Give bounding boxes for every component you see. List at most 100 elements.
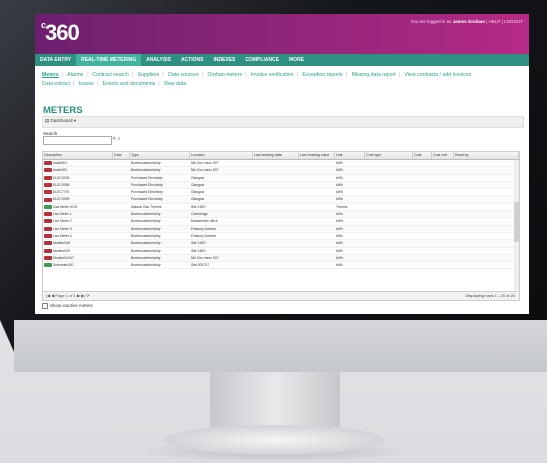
- table-row[interactable]: Submeter020 Boreboostelectricity Site 8257…: [43, 262, 519, 270]
- col-last-reading-date[interactable]: Last reading date: [253, 152, 299, 159]
- user-info: You are logged in as James Graham | HELP…: [410, 19, 523, 24]
- meter-status-icon: [44, 175, 52, 180]
- cell-last-reading-date: [253, 211, 299, 217]
- table-row[interactable]: Asset002 Boreboostelectricity Nie Zoo mezz…: [43, 167, 519, 175]
- subnav-data-sources[interactable]: Data sources: [168, 72, 199, 78]
- cell-last-reading-date: [253, 167, 299, 173]
- cell-cost-type: [365, 248, 413, 254]
- cell-date: [113, 175, 130, 181]
- subnav-missing-data-report[interactable]: Missing data report: [352, 72, 396, 78]
- table-row[interactable]: ELEC0499 Purchased Electricity Glasgow kWh: [43, 196, 519, 204]
- cell-description: Monitor0n047: [43, 255, 113, 261]
- search-input[interactable]: [43, 136, 112, 145]
- inactive-checkbox[interactable]: [42, 303, 48, 309]
- col-cost-unit[interactable]: Cost unit: [432, 152, 454, 159]
- nav-data-entry[interactable]: DATA ENTRY: [35, 54, 76, 66]
- cell-cost: [413, 167, 432, 173]
- cell-type: Boreboostelectricity: [131, 212, 161, 217]
- cell-date: [113, 233, 130, 239]
- nav-indexes[interactable]: INDEXES: [208, 54, 240, 66]
- cell-location: Glasgow: [191, 190, 205, 195]
- cell-cost-unit: [432, 255, 454, 261]
- monitor-stand: [210, 372, 340, 427]
- cell-date: [113, 204, 130, 210]
- table-row[interactable]: ELEC0005 Purchased Electricity Glasgow kWh: [43, 175, 519, 182]
- cell-location: Finsbury Avenue: [191, 226, 217, 231]
- cell-type: Boreboostelectricity: [131, 226, 161, 231]
- table-row[interactable]: Live Meter 2 Boreboostelectricity Manchest…: [43, 218, 519, 226]
- help-link[interactable]: HELP: [489, 19, 501, 24]
- cell-last-reading-date: [253, 218, 299, 224]
- cell-cost-type: [365, 211, 413, 217]
- show-inactive-meters[interactable]: Show inactive meters: [42, 303, 93, 309]
- cell-cost-unit: [432, 240, 454, 246]
- cell-cost: [413, 248, 432, 254]
- table-row[interactable]: Live Meter 4 Boreboostelectricity Finsbury…: [43, 233, 519, 241]
- col-cost-type[interactable]: Cost type: [365, 152, 413, 159]
- cell-description: Live Meter 2: [43, 218, 113, 224]
- cell-last-reading-value: [299, 262, 335, 268]
- table-row[interactable]: Monitor0n047 Boreboostelectricity Nie Zoo …: [43, 254, 519, 263]
- app-logo[interactable]: c360: [41, 20, 80, 46]
- cell-description: Submeter020: [43, 262, 113, 268]
- cell-cost-unit: [432, 160, 454, 166]
- cell-last-reading-date: [253, 204, 299, 210]
- cell-date: [113, 182, 130, 188]
- col-unit[interactable]: Unit: [335, 152, 365, 159]
- cell-cost-unit: [432, 211, 454, 217]
- table-row[interactable]: Gas Meter 0076 Natural Gas Therms Site 150…: [43, 204, 519, 212]
- cell-last-reading-date: [253, 175, 299, 181]
- col-cost[interactable]: Cost: [413, 152, 432, 159]
- table-row[interactable]: Monitor008 Boreboostelectricity Site 1500 k…: [43, 240, 519, 248]
- nav-real-time-metering[interactable]: REAL-TIME METERING: [76, 54, 142, 66]
- table-row[interactable]: ELEC7797 Purchased Electricity Glasgow kWh: [43, 189, 519, 197]
- subnav-data-extract[interactable]: Data extract: [42, 81, 70, 87]
- col-description[interactable]: Description: [43, 152, 113, 159]
- col-date[interactable]: Date: [113, 152, 130, 159]
- cell-type: Boreboostelectricity: [131, 233, 161, 238]
- dashboard-button[interactable]: ▤ Dashboard ▾: [45, 118, 76, 124]
- table-row[interactable]: Asset001 Boreboostelectricity Nie Zoo mezz…: [43, 160, 519, 168]
- cell-unit: Therms: [336, 204, 348, 209]
- subnav-orphan-meters[interactable]: Orphan meters: [207, 72, 242, 78]
- table-row[interactable]: ELEC0096 Purchased Electricity Glasgow kWh: [43, 181, 519, 190]
- meter-status-icon: [44, 241, 52, 246]
- cell-cost: [413, 189, 432, 195]
- cell-unit: kWh: [336, 168, 343, 173]
- table-row[interactable]: Monitor009 Boreboostelectricity Site 1500 k…: [43, 248, 519, 255]
- col-read-by[interactable]: Read by: [454, 152, 519, 159]
- subnav-issues[interactable]: Issues: [79, 81, 94, 87]
- subnav-exception-reports[interactable]: Exception reports: [302, 72, 342, 78]
- subnav-raw-data[interactable]: Raw data: [164, 81, 186, 87]
- subnav-meters[interactable]: Meters: [42, 72, 59, 78]
- col-location[interactable]: Location: [190, 152, 253, 159]
- subnav-suppliers[interactable]: Suppliers: [138, 72, 160, 78]
- table-row[interactable]: Live Meter 1 Boreboostelectricity Cambridg…: [43, 211, 519, 219]
- subnav-view-contracts[interactable]: View contracts / add invoices: [405, 72, 472, 78]
- table-row[interactable]: Live Meter 3 Boreboostelectricity Finsbury…: [43, 225, 519, 233]
- cell-description: ELEC7797: [43, 189, 113, 195]
- cell-description: ELEC0096: [43, 182, 113, 188]
- scrollbar-thumb[interactable]: [514, 202, 519, 242]
- nav-more[interactable]: MORE: [284, 54, 309, 66]
- cell-date: [113, 167, 130, 173]
- cell-type: Purchased Electricity: [131, 182, 163, 187]
- subnav-events-documents[interactable]: Events and documents: [103, 81, 156, 87]
- col-last-reading-value[interactable]: Last reading value: [299, 152, 335, 159]
- cell-read-by: [454, 182, 519, 188]
- search-icon[interactable]: ✕ ⌕: [112, 136, 121, 144]
- cell-cost-unit: [432, 196, 454, 202]
- col-type[interactable]: Type: [130, 152, 190, 159]
- nav-actions[interactable]: ACTIONS: [176, 54, 209, 66]
- subnav-contract-search[interactable]: Contract search: [92, 72, 129, 78]
- logout-link[interactable]: LOGOUT: [504, 19, 523, 24]
- cell-cost-type: [365, 167, 413, 173]
- nav-analysis[interactable]: ANALYSIS: [141, 54, 176, 66]
- cell-type: Natural Gas Therms: [131, 204, 162, 209]
- nav-compliance[interactable]: COMPLIANCE: [240, 54, 284, 66]
- cell-unit: kWh: [336, 219, 343, 224]
- subnav-invoice-verification[interactable]: Invoice verification: [251, 72, 294, 78]
- pagination-controls[interactable]: |◀ ◀ Page 1 of 1 ▶ ▶| ⟳: [46, 293, 90, 298]
- subnav-alarms[interactable]: Alarms: [67, 72, 83, 78]
- cell-read-by: [454, 240, 519, 246]
